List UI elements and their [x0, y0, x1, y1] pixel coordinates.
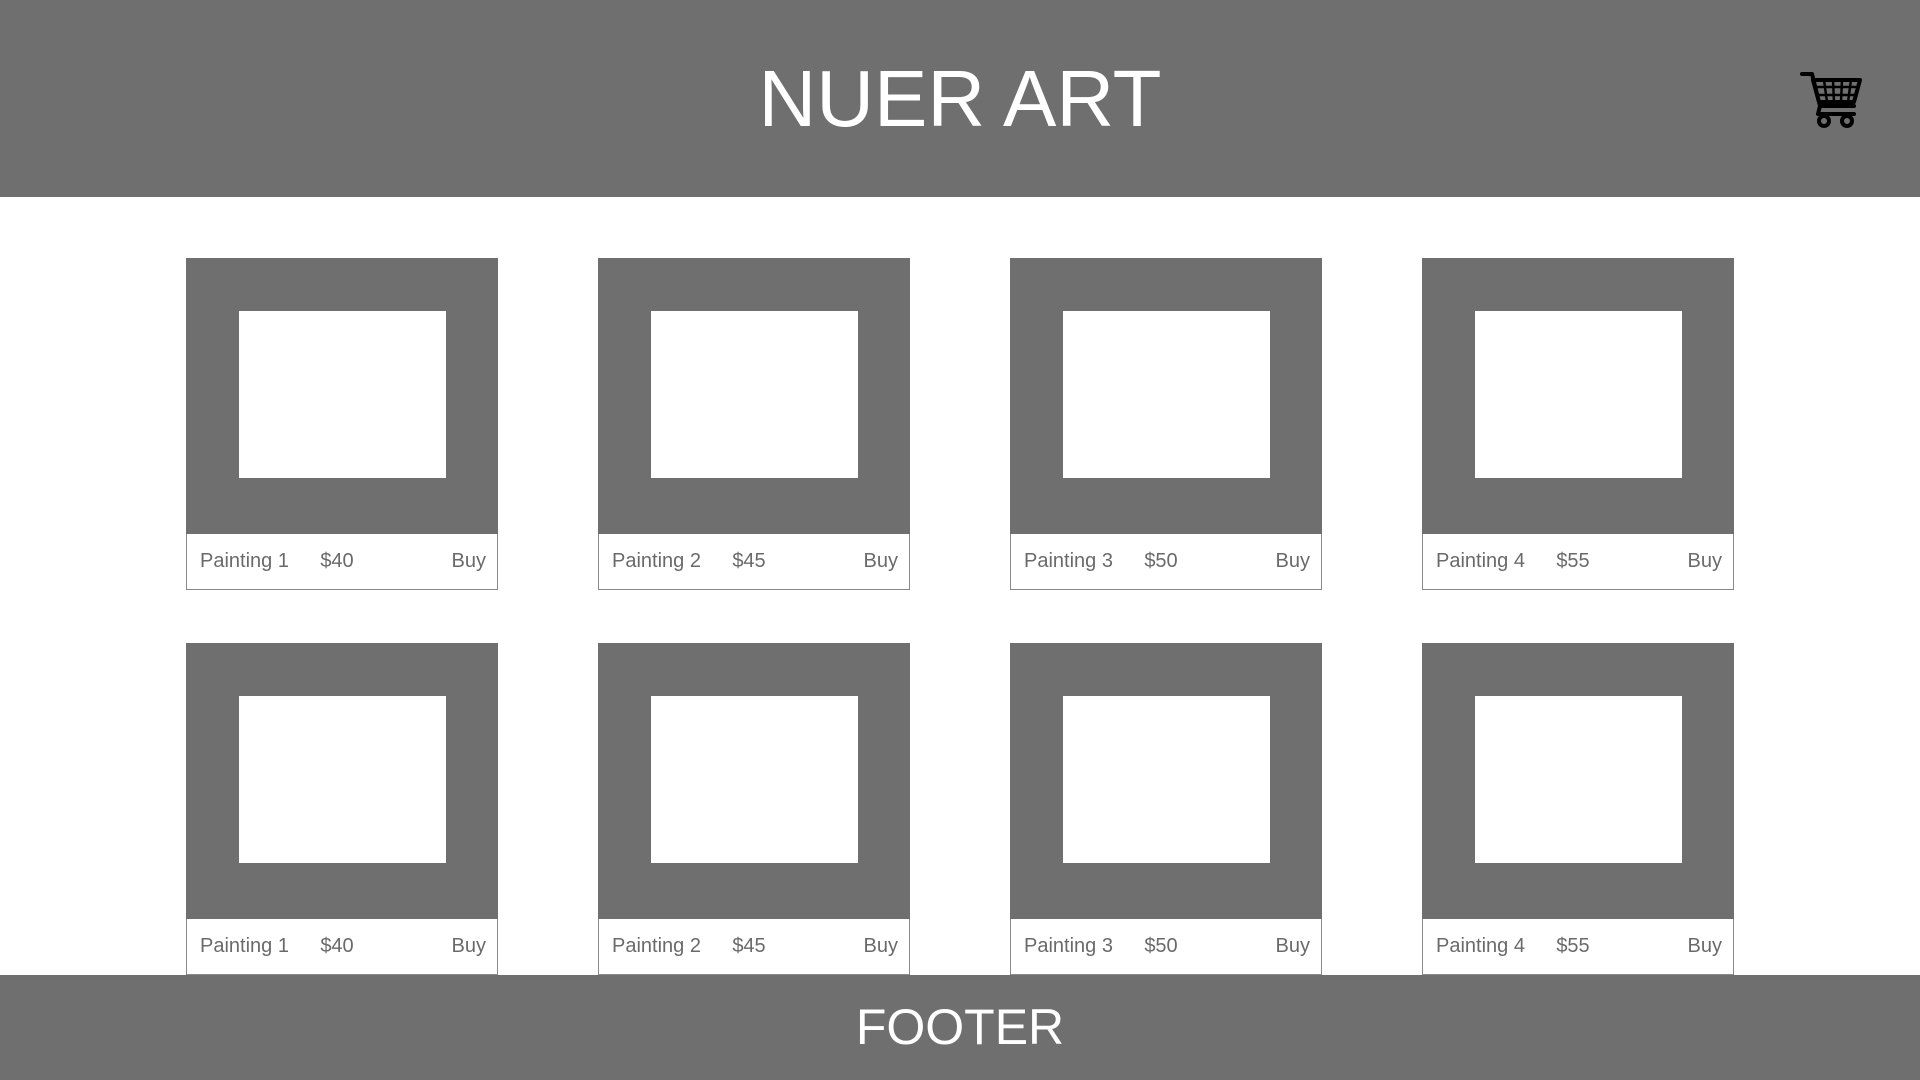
product-name: Painting 1 — [200, 935, 289, 957]
product-name: Painting 1 — [200, 550, 289, 572]
product-info: Painting 3 $50 Buy — [1011, 534, 1321, 589]
product-price: $55 — [1556, 935, 1590, 957]
painting-frame[interactable] — [1422, 643, 1734, 919]
product-info: Painting 4 $55 Buy — [1423, 534, 1733, 589]
product-name: Painting 3 — [1024, 550, 1113, 572]
product-price: $40 — [320, 935, 354, 957]
painting-image — [651, 311, 858, 478]
painting-frame[interactable] — [1010, 643, 1322, 919]
painting-frame[interactable] — [1422, 258, 1734, 534]
footer-text: FOOTER — [855, 999, 1065, 1055]
painting-image — [1475, 696, 1682, 863]
painting-frame[interactable] — [1010, 258, 1322, 534]
product-card: Painting 1 $40 Buy — [186, 258, 498, 590]
painting-image — [239, 696, 446, 863]
product-info: Painting 2 $45 Buy — [599, 534, 909, 589]
product-info: Painting 4 $55 Buy — [1423, 919, 1733, 974]
product-price: $50 — [1144, 935, 1178, 957]
header: NUER ART — [0, 0, 1920, 197]
product-info: Painting 1 $40 Buy — [187, 534, 497, 589]
product-card: Painting 4 $55 Buy — [1422, 258, 1734, 590]
product-name: Painting 3 — [1024, 935, 1113, 957]
painting-image — [1063, 696, 1270, 863]
product-price: $40 — [320, 550, 354, 572]
painting-image — [651, 696, 858, 863]
painting-frame[interactable] — [186, 258, 498, 534]
product-card: Painting 2 $45 Buy — [598, 258, 910, 590]
footer: FOOTER — [0, 975, 1920, 1080]
product-name: Painting 4 — [1436, 935, 1525, 957]
product-info: Painting 3 $50 Buy — [1011, 919, 1321, 974]
site-title: NUER ART — [758, 54, 1162, 143]
product-card: Painting 3 $50 Buy — [1010, 258, 1322, 590]
painting-frame[interactable] — [598, 258, 910, 534]
painting-frame[interactable] — [598, 643, 910, 919]
product-price: $55 — [1556, 550, 1590, 572]
product-price: $45 — [732, 935, 766, 957]
buy-button[interactable]: Buy — [1276, 534, 1310, 589]
product-price: $50 — [1144, 550, 1178, 572]
product-card: Painting 3 $50 Buy — [1010, 643, 1322, 975]
product-card: Painting 1 $40 Buy — [186, 643, 498, 975]
buy-button[interactable]: Buy — [1688, 919, 1722, 974]
buy-button[interactable]: Buy — [864, 534, 898, 589]
buy-button[interactable]: Buy — [1688, 534, 1722, 589]
buy-button[interactable]: Buy — [452, 919, 486, 974]
painting-image — [239, 311, 446, 478]
painting-frame[interactable] — [186, 643, 498, 919]
product-name: Painting 2 — [612, 550, 701, 572]
shopping-cart-icon[interactable] — [1800, 70, 1862, 128]
buy-button[interactable]: Buy — [864, 919, 898, 974]
painting-image — [1475, 311, 1682, 478]
product-info: Painting 2 $45 Buy — [599, 919, 909, 974]
product-price: $45 — [732, 550, 766, 572]
product-info: Painting 1 $40 Buy — [187, 919, 497, 974]
buy-button[interactable]: Buy — [1276, 919, 1310, 974]
painting-image — [1063, 311, 1270, 478]
product-card: Painting 4 $55 Buy — [1422, 643, 1734, 975]
product-name: Painting 4 — [1436, 550, 1525, 572]
buy-button[interactable]: Buy — [452, 534, 486, 589]
product-card: Painting 2 $45 Buy — [598, 643, 910, 975]
page: NUER ART Painting 1 $40 Buy Painting 2 $… — [0, 0, 1920, 1080]
product-name: Painting 2 — [612, 935, 701, 957]
